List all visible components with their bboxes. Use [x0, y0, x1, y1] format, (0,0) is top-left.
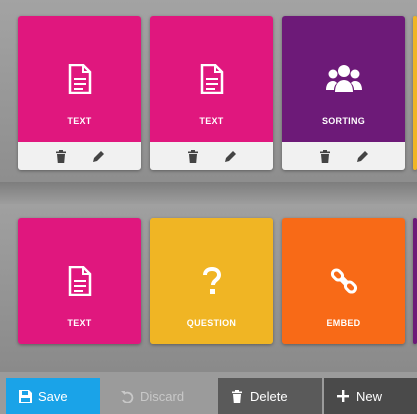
card-actions: [150, 142, 273, 170]
card-label: SORTING: [321, 116, 366, 126]
toolbar: Save Discard Delete New: [0, 372, 417, 414]
document-icon: [200, 60, 224, 98]
trash-icon[interactable]: [185, 148, 201, 164]
undo-icon: [120, 389, 134, 403]
card-face[interactable]: EMBED: [282, 218, 405, 344]
question-icon: [202, 262, 222, 300]
trash-icon[interactable]: [317, 148, 333, 164]
pencil-icon[interactable]: [223, 148, 239, 164]
floppy-icon: [18, 389, 32, 403]
document-icon: [68, 262, 92, 300]
card-sorting[interactable]: SORTING: [282, 16, 405, 170]
pencil-icon[interactable]: [355, 148, 371, 164]
card-text-2[interactable]: TEXT: [150, 16, 273, 170]
card-question[interactable]: QUESTION: [150, 218, 273, 344]
save-button[interactable]: Save: [6, 378, 100, 414]
group-icon: [325, 60, 363, 98]
discard-button[interactable]: Discard: [108, 378, 216, 414]
card-actions: [18, 142, 141, 170]
card-label: TEXT: [67, 116, 92, 126]
new-button[interactable]: New: [324, 378, 417, 414]
card-label: TEXT: [67, 318, 92, 328]
card-face[interactable]: SORTING: [282, 16, 405, 142]
delete-label: Delete: [250, 388, 288, 404]
trash-icon: [230, 389, 244, 403]
document-icon: [68, 60, 92, 98]
card-label: EMBED: [326, 318, 361, 328]
card-face[interactable]: TEXT: [18, 218, 141, 344]
card-embed[interactable]: EMBED: [282, 218, 405, 344]
link-icon: [330, 262, 358, 300]
card-label: QUESTION: [186, 318, 237, 328]
card-partial[interactable]: [413, 16, 417, 170]
card-face[interactable]: QUESTION: [150, 218, 273, 344]
trash-icon[interactable]: [53, 148, 69, 164]
card-partial[interactable]: [413, 218, 417, 344]
plus-icon: [336, 389, 350, 403]
card-text-1[interactable]: TEXT: [18, 16, 141, 170]
card-face[interactable]: TEXT: [150, 16, 273, 142]
new-label: New: [356, 388, 383, 404]
delete-button[interactable]: Delete: [218, 378, 322, 414]
card-actions: [282, 142, 405, 170]
save-label: Save: [38, 388, 68, 404]
card-face[interactable]: TEXT: [18, 16, 141, 142]
discard-label: Discard: [140, 388, 185, 404]
card-label: TEXT: [199, 116, 224, 126]
row-divider: [0, 182, 417, 204]
pencil-icon[interactable]: [91, 148, 107, 164]
card-text-3[interactable]: TEXT: [18, 218, 141, 344]
